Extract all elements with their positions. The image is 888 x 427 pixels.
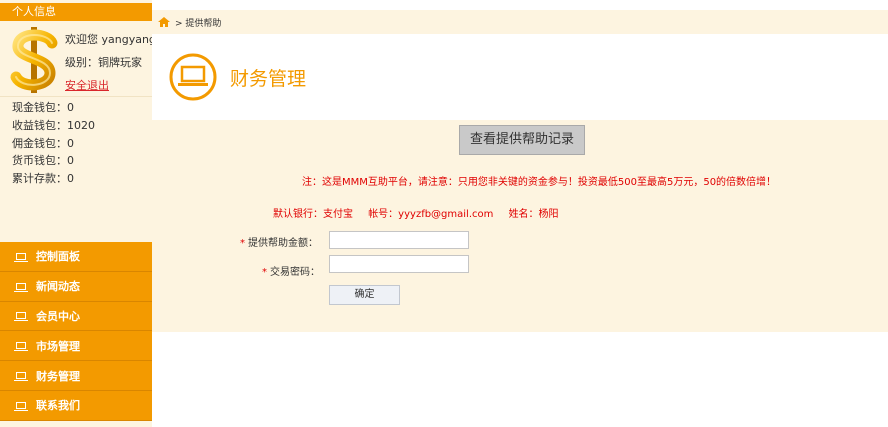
sidebar-menu: 控制面板 新闻动态 会员中心 市场管理 财务管理 联系我们 <box>0 242 152 421</box>
page-header: 财务管理 <box>152 34 888 120</box>
sidebar-divider <box>0 96 152 97</box>
password-label: * 交易密码： <box>262 263 320 278</box>
sidebar-header: 个人信息 <box>0 3 152 21</box>
menu-item-label: 联系我们 <box>36 399 80 413</box>
amount-label: * 提供帮助金额： <box>240 234 318 249</box>
bank-account: 帐号：yyyzfb@gmail.com <box>368 209 494 220</box>
help-form-panel: 查看提供帮助记录 注：这是MMM互助平台，请注意：只用您非关键的资金参与！投资最… <box>152 120 888 332</box>
menu-item-label: 市场管理 <box>36 339 80 353</box>
monitor-icon <box>14 372 28 382</box>
menu-item-member-center[interactable]: 会员中心 <box>0 301 152 332</box>
default-bank: 默认银行：支付宝 <box>273 209 353 220</box>
confirm-button[interactable]: 确定 <box>329 285 400 305</box>
menu-item-finance[interactable]: 财务管理 <box>0 361 152 391</box>
dollar-sign-icon <box>10 27 58 93</box>
page-title: 财务管理 <box>230 68 307 90</box>
account-holder-name: 姓名：杨阳 <box>508 209 559 220</box>
sidebar: 个人信息 欢迎您 yangyang 级别：铜牌玩家 安全退出 现金钱包：0 收益… <box>0 0 156 427</box>
menu-item-market[interactable]: 市场管理 <box>0 331 152 362</box>
menu-item-label: 新闻动态 <box>36 280 80 294</box>
home-icon[interactable] <box>158 17 170 27</box>
menu-item-label: 财务管理 <box>36 369 80 383</box>
breadcrumb: > 提供帮助 <box>152 10 888 34</box>
menu-item-label: 控制面板 <box>36 250 80 264</box>
main-area: > 提供帮助 财务管理 查看提供帮助记录 注：这是MMM互助平台，请注意：只用您… <box>152 0 888 427</box>
monitor-icon <box>14 252 28 262</box>
menu-item-dashboard[interactable]: 控制面板 <box>0 242 152 272</box>
amount-label-text: 提供帮助金额： <box>248 238 318 249</box>
monitor-icon <box>14 312 28 322</box>
wallet-commission: 佣金钱包：0 <box>12 136 74 150</box>
wallet-total-deposit: 累计存款：0 <box>12 172 74 186</box>
member-level: 级别：铜牌玩家 <box>65 56 142 69</box>
logout-link[interactable]: 安全退出 <box>65 77 109 93</box>
monitor-icon <box>14 282 28 292</box>
wallet-cash: 现金钱包：0 <box>12 101 74 114</box>
wallet-earnings: 收益钱包：1020 <box>12 118 95 132</box>
breadcrumb-current: > 提供帮助 <box>175 18 222 29</box>
view-help-records-button[interactable]: 查看提供帮助记录 <box>459 125 585 155</box>
welcome-text: 欢迎您 yangyang <box>65 33 156 46</box>
required-mark: * <box>240 238 245 249</box>
monitor-icon <box>14 342 28 352</box>
menu-item-contact[interactable]: 联系我们 <box>0 390 152 421</box>
menu-item-news[interactable]: 新闻动态 <box>0 271 152 302</box>
help-amount-input[interactable] <box>329 231 469 249</box>
monitor-icon <box>14 401 28 411</box>
laptop-icon <box>169 53 217 101</box>
wallet-list: 现金钱包：0 收益钱包：1020 佣金钱包：0 货币钱包：0 累计存款：0 <box>12 99 95 188</box>
bank-info: 默认银行：支付宝 帐号：yyyzfb@gmail.com 姓名：杨阳 <box>273 205 571 220</box>
menu-item-label: 会员中心 <box>36 309 80 323</box>
password-label-text: 交易密码： <box>270 267 320 278</box>
transaction-password-input[interactable] <box>329 255 469 273</box>
investment-notice: 注：这是MMM互助平台，请注意：只用您非关键的资金参与！投资最低500至最高5万… <box>302 177 777 188</box>
wallet-currency: 货币钱包：0 <box>12 154 74 168</box>
required-mark: * <box>262 267 267 278</box>
